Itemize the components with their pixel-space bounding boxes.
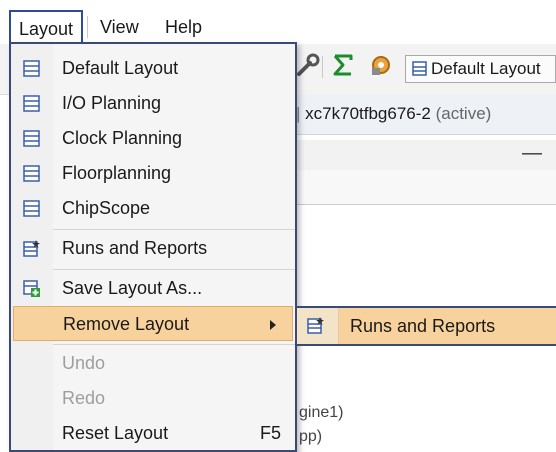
menu-item-remove-layout[interactable]: Remove Layout — [13, 306, 293, 341]
menu-item-label: Runs and Reports — [62, 238, 208, 258]
menu-item-floorplanning[interactable]: Floorplanning — [11, 156, 295, 191]
layout-icon — [23, 95, 40, 112]
submenu-arrow-icon — [270, 320, 276, 330]
remove-layout-submenu: Runs and Reports — [295, 306, 556, 346]
menu-item-label: I/O Planning — [62, 93, 162, 113]
menu-item-label: Default Layout — [62, 58, 179, 78]
menu-item-label: Floorplanning — [62, 163, 172, 183]
layout-icon — [23, 200, 40, 217]
layout-star-icon — [23, 240, 40, 257]
menu-item-label: ChipScope — [62, 198, 151, 218]
layout-icon — [23, 130, 40, 147]
project-bar: | xc7k70tfbg676-2 (active) — [292, 94, 556, 135]
menu-view[interactable]: View — [92, 10, 147, 44]
menu-item-label: Clock Planning — [62, 128, 183, 148]
layout-select[interactable]: Default Layout — [405, 55, 556, 83]
menu-separator — [87, 16, 88, 38]
menu-separator — [53, 269, 295, 270]
submenu-item-runs-and-reports[interactable]: Runs and Reports — [297, 308, 556, 344]
panel-subheader — [292, 170, 556, 205]
menu-item-reset-layout[interactable]: Reset Layout F5 — [11, 416, 295, 451]
menu-item-runs-and-reports[interactable]: Runs and Reports — [11, 231, 295, 266]
menu-bar — [0, 0, 556, 44]
layout-save-icon — [23, 280, 40, 297]
menu-item-clock-planning[interactable]: Clock Planning — [11, 121, 295, 156]
layout-star-icon — [307, 317, 324, 334]
menu-item-label: Reset Layout — [62, 423, 169, 443]
layout-dropdown-menu: Default Layout I/O Planning Clock Planni… — [9, 42, 297, 452]
menu-item-default-layout[interactable]: Default Layout — [11, 51, 295, 86]
layout-select-value: Default Layout — [431, 59, 541, 78]
menu-separator — [53, 344, 295, 345]
menu-item-shortcut: F5 — [259, 423, 281, 443]
gear-icon[interactable] — [368, 52, 394, 78]
layout-icon — [23, 60, 40, 77]
submenu-item-label: Runs and Reports — [350, 316, 496, 336]
wrench-icon[interactable] — [296, 52, 322, 78]
menu-help[interactable]: Help — [157, 10, 210, 44]
project-status: (active) — [435, 104, 492, 123]
menu-item-label: Redo — [62, 388, 106, 408]
background-text-1: gine1) — [299, 404, 344, 421]
toolbar-separator — [322, 56, 323, 78]
menu-item-label: Remove Layout — [63, 314, 190, 334]
project-device: xc7k70tfbg676-2 — [305, 104, 431, 123]
menu-item-io-planning[interactable]: I/O Planning — [11, 86, 295, 121]
menu-item-redo[interactable]: Redo — [11, 381, 295, 416]
sigma-icon[interactable] — [330, 52, 356, 78]
menu-item-label: Undo — [62, 353, 106, 373]
minimize-button[interactable]: — — [522, 142, 542, 165]
menu-item-undo[interactable]: Undo — [11, 346, 295, 381]
panel-header: — — [292, 140, 556, 171]
menu-item-label: Save Layout As... — [62, 278, 203, 298]
layout-icon — [23, 165, 40, 182]
menu-item-save-layout-as[interactable]: Save Layout As... — [11, 271, 295, 306]
background-text-2: pp) — [299, 428, 323, 445]
layout-icon — [412, 61, 427, 76]
menu-separator — [53, 229, 295, 230]
menu-item-chipscope[interactable]: ChipScope — [11, 191, 295, 226]
menu-layout[interactable]: Layout — [9, 10, 83, 44]
